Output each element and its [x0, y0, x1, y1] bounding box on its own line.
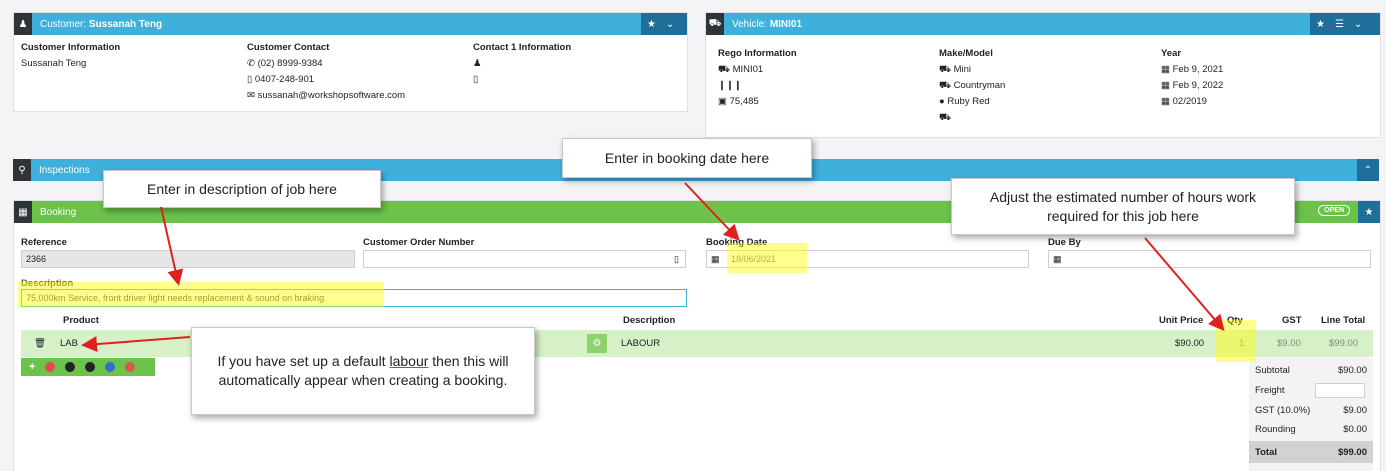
labour-arrow	[81, 336, 191, 353]
description-arrow	[160, 206, 184, 286]
annotation-arrows	[81, 182, 1225, 353]
booking-date-arrow	[684, 182, 740, 241]
hours-arrow	[1144, 237, 1225, 332]
